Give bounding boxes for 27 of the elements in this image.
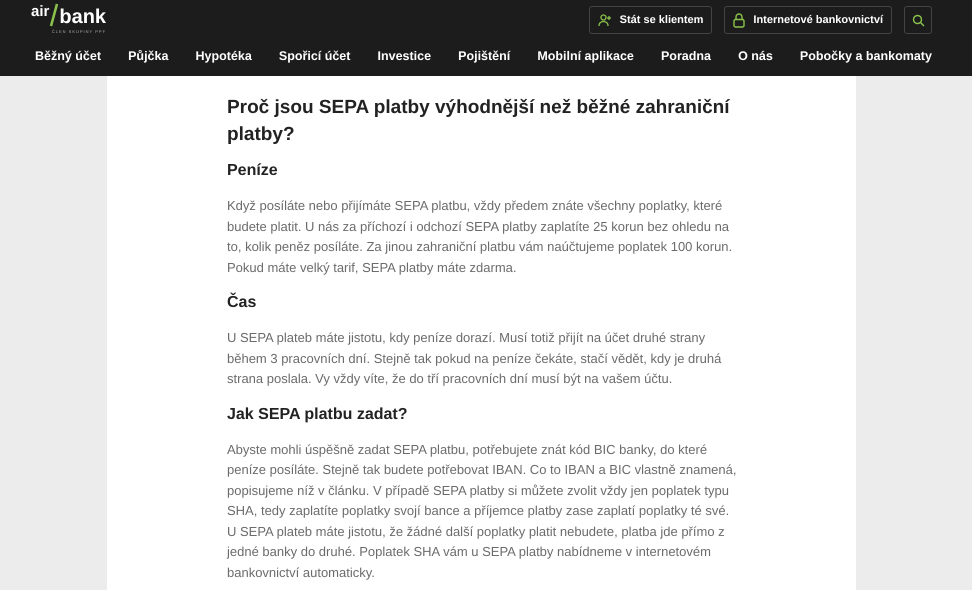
- body-paragraph: U SEPA plateb máte jistotu, že žádné další poplatky platit nebudete, platba jde přímo z jedné banky do druhé. Poplatek SHA vám u SEPA platby nabídneme v internetovém bankovnictví automaticky.: [227, 522, 726, 582]
- nav-link[interactable]: Půjčka: [128, 47, 168, 66]
- section-heading: Čas: [227, 292, 258, 313]
- logo-text[interactable]: bank: [59, 7, 106, 27]
- nav-link[interactable]: Mobilní aplikace: [537, 47, 634, 66]
- nav-link[interactable]: Poradna: [660, 47, 711, 66]
- lock-icon: [733, 12, 746, 28]
- search-icon: [912, 14, 924, 26]
- nav-link[interactable]: Běžný účet: [35, 47, 101, 66]
- user-add-icon: [598, 13, 612, 27]
- internet-banking-button[interactable]: Internetové bankovnictví: [724, 6, 892, 34]
- body-paragraph: Abyste mohli úspěšně zadat SEPA platbu, potřebujete znát kód BIC banky, do které peníze posíláte. Stejně tak budete potřebovat IBAN. Co to IBAN a BIC vlastně znamená, popisujeme níž v článku. V případě SEPA platby si můžete zvolit vždy jen poplatek typu SHA, tedy zaplatíte poplatky svojí bance a příjemce platby zase zaplatí poplatky té své.: [227, 440, 737, 520]
- search-button[interactable]: [904, 6, 932, 34]
- nav-link[interactable]: O nás: [738, 47, 773, 66]
- article-title: Proč jsou SEPA platby výhodnější než běžné zahraniční platby?: [227, 96, 731, 147]
- body-paragraph: Když posíláte nebo přijímáte SEPA platbu, vždy předem znáte všechny poplatky, které budete platit. U nás za příchozí i odchozí SEPA platby zaplatíte 25 korun bez ohledu na to, kolik peněz posíláte. Za jinou zahraniční platbu vám naúčtujeme poplatek 100 korun. Pokud máte velký tarif, SEPA platby máte zdarma.: [227, 197, 734, 277]
- nav-link[interactable]: Pojištění: [458, 47, 510, 66]
- section-heading: Peníze: [227, 161, 279, 181]
- body-paragraph: U SEPA plateb máte jistotu, kdy peníze dorazí. Musí totiž přijít na účet druhé strany během 3 pracovních dní. Stejně tak pokud na peníze čekáte, stačí vědět, kdy je druhá strana poslala. Vy vždy víte, že do tří pracovních dní musí být na vašem účtu.: [227, 329, 722, 388]
- nav-link[interactable]: Pobočky a bankomaty: [800, 47, 932, 66]
- logo-text[interactable]: air: [31, 4, 50, 19]
- slash-icon: [49, 3, 60, 27]
- section-heading: Jak SEPA platbu zadat?: [227, 404, 408, 424]
- nav-link[interactable]: Spořicí účet: [278, 47, 350, 66]
- become-client-button[interactable]: Stát se klientem: [588, 6, 712, 34]
- nav-link[interactable]: Hypotéka: [196, 47, 252, 66]
- nav-link[interactable]: Investice: [378, 47, 432, 66]
